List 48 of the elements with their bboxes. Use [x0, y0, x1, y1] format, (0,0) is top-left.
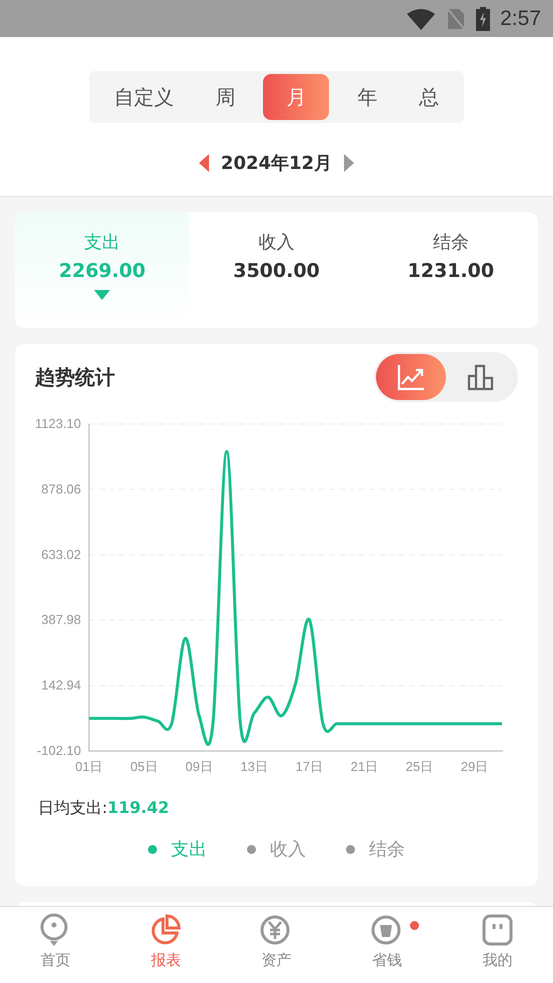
daily-average: 日均支出:119.42: [38, 798, 170, 819]
x-axis-label: 01日: [75, 759, 103, 774]
x-axis-label: 17日: [296, 759, 323, 774]
summary-amount: 1231.00: [408, 260, 494, 282]
nav-tab[interactable]: 资产: [221, 907, 332, 983]
line-chart-button[interactable]: [376, 354, 446, 400]
summary-label: 结余: [432, 231, 469, 254]
y-axis-label: -102.10: [36, 743, 81, 758]
nav-tab[interactable]: 报表: [110, 907, 222, 983]
x-axis-label: 25日: [406, 759, 434, 774]
period-tab[interactable]: 月: [263, 74, 330, 120]
period-tab[interactable]: 自定义: [100, 74, 188, 120]
line-chart-icon: [397, 363, 425, 391]
battery-icon: [476, 6, 490, 30]
nav-tab[interactable]: 首页: [0, 907, 111, 983]
period-tab[interactable]: 总: [405, 74, 454, 120]
x-axis-label: 05日: [130, 759, 158, 774]
y-axis-label: 633.02: [41, 546, 81, 562]
summary-tab[interactable]: 结余 1231.00: [364, 212, 538, 328]
summary-label: 收入: [258, 231, 294, 254]
x-axis-label: 13日: [240, 759, 268, 774]
legend-item[interactable]: 支出: [148, 837, 207, 861]
nav-tab[interactable]: 省钱: [332, 907, 442, 983]
summary-label: 支出: [84, 231, 120, 254]
x-axis-label: 09日: [185, 759, 213, 774]
previous-arrow-icon[interactable]: [198, 154, 209, 172]
y-axis-label: 1123.10: [34, 416, 81, 431]
y-axis-label: 387.98: [41, 612, 81, 628]
y-axis-label: 142.94: [41, 678, 81, 693]
period-tab[interactable]: 周: [202, 74, 250, 120]
legend-item[interactable]: 收入: [247, 837, 306, 861]
status-time: 2:57: [500, 6, 541, 30]
triangle-indicator-icon: [94, 290, 110, 300]
period-tab[interactable]: 年: [343, 74, 392, 120]
summary-tab[interactable]: 收入 3500.00: [189, 212, 364, 328]
summary-amount: 3500.00: [233, 260, 320, 282]
x-axis-label: 29日: [460, 759, 488, 774]
no-sim-icon: [446, 6, 466, 30]
wifi-icon: [406, 8, 436, 30]
legend-item[interactable]: 结余: [346, 837, 405, 861]
nav-tab[interactable]: 我的: [442, 907, 553, 983]
next-arrow-icon[interactable]: [344, 154, 354, 172]
x-axis-label: 21日: [350, 759, 378, 774]
summary-amount: 2269.00: [58, 260, 146, 282]
section-title: 趋势统计: [35, 364, 115, 390]
bar-chart-icon: [467, 363, 495, 391]
month-label: 2024年12月: [220, 152, 332, 175]
y-axis-label: 878.06: [41, 481, 81, 496]
